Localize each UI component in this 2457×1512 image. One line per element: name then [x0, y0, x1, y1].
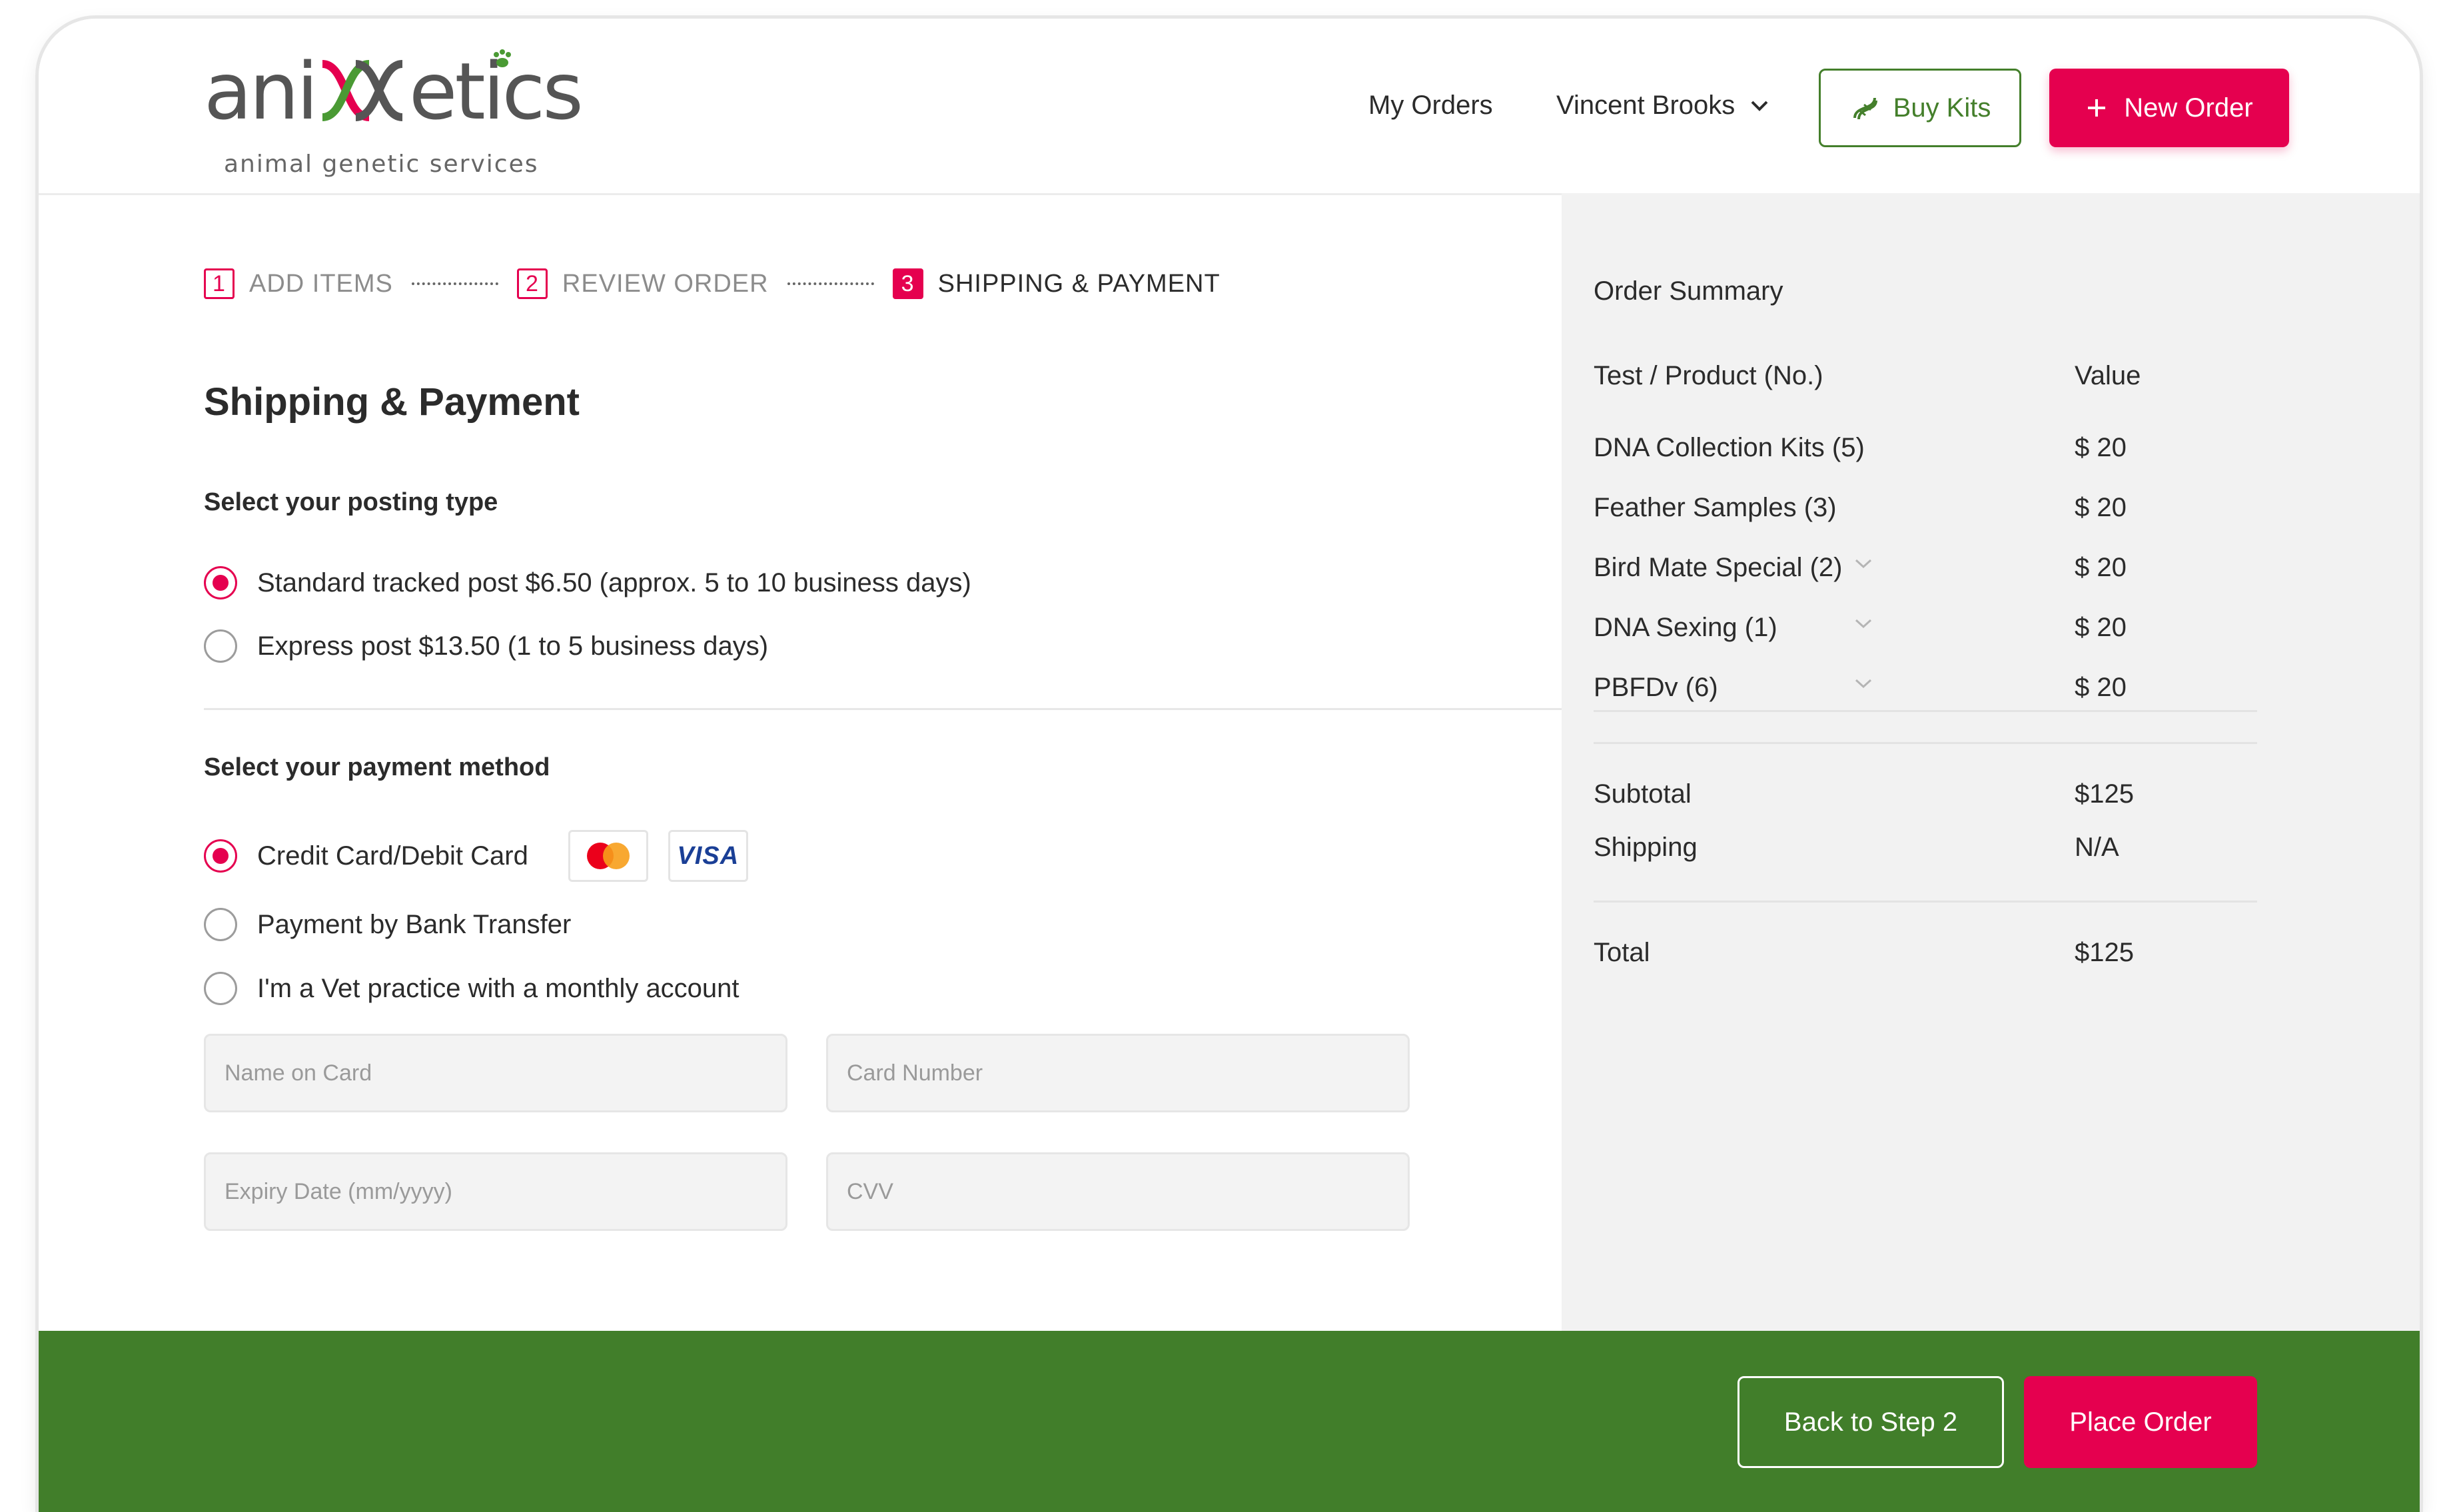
chevron-down-icon[interactable]: [1853, 617, 1873, 630]
column-header-value: Value: [2075, 361, 2141, 390]
total-label: Total: [1594, 938, 1650, 967]
paw-icon: [494, 49, 511, 67]
back-to-step-2-button[interactable]: Back to Step 2: [1737, 1376, 2004, 1468]
new-order-button[interactable]: New Order: [2049, 69, 2289, 147]
visa-wordmark: VISA: [677, 841, 739, 870]
nav-my-orders[interactable]: My Orders: [1368, 91, 1493, 121]
mastercard-icon: [586, 843, 630, 869]
brand-logo[interactable]: ani etics animal genetic services: [204, 45, 590, 185]
card-number-input[interactable]: [826, 1034, 1410, 1112]
shipping-value: N/A: [2075, 833, 2119, 862]
user-name: Vincent Brooks: [1556, 91, 1735, 120]
column-header-product: Test / Product (No.): [1594, 361, 1823, 390]
item-name: DNA Sexing (1): [1594, 613, 1777, 642]
radio-button[interactable]: [204, 566, 237, 599]
option-label: I'm a Vet practice with a monthly accoun…: [257, 973, 739, 1003]
item-value: $ 20: [2075, 673, 2127, 702]
visa-logo: VISA: [668, 830, 748, 882]
logo-tagline: animal genetic services: [224, 151, 539, 178]
summary-divider: [1594, 901, 2257, 903]
subtotal-value: $125: [2075, 779, 2134, 809]
expiry-date-input[interactable]: [204, 1152, 787, 1231]
mastercard-logo: [568, 830, 648, 882]
item-name: PBFDv (6): [1594, 673, 1718, 702]
item-value: $ 20: [2075, 493, 2127, 522]
shipping-label: Shipping: [1594, 833, 1698, 862]
step-number: 2: [516, 268, 548, 299]
radio-button[interactable]: [204, 972, 237, 1005]
cvv-input[interactable]: [826, 1152, 1410, 1231]
option-label: Credit Card/Debit Card: [257, 841, 528, 871]
new-order-label: New Order: [2124, 93, 2253, 123]
name-on-card-input[interactable]: [204, 1034, 787, 1112]
option-label: Payment by Bank Transfer: [257, 909, 572, 939]
chevron-down-icon: [1751, 101, 1768, 111]
summary-row[interactable]: PBFDv (6) $ 20: [1594, 673, 2260, 713]
dna-icon: [1853, 97, 1877, 120]
step-add-items[interactable]: 1 ADD ITEMS: [204, 268, 393, 299]
payment-option-card[interactable]: Credit Card/Debit Card VISA: [204, 830, 748, 882]
item-value: $ 20: [2075, 553, 2127, 582]
buy-kits-label: Buy Kits: [1893, 93, 1991, 123]
section-divider: [204, 708, 1603, 710]
radio-button[interactable]: [204, 839, 237, 873]
plus-icon: [2088, 99, 2106, 117]
item-value: $ 20: [2075, 613, 2127, 642]
top-header: ani etics animal genetic services My Ord…: [39, 19, 2420, 195]
chevron-down-icon[interactable]: [1853, 557, 1873, 570]
order-summary-panel: Order Summary Test / Product (No.) Value…: [1562, 193, 2420, 1349]
step-shipping-payment: 3 SHIPPING & PAYMENT: [892, 268, 1221, 299]
radio-button[interactable]: [204, 908, 237, 941]
summary-divider: [1594, 710, 2257, 712]
total-value: $125: [2075, 938, 2134, 967]
app-window: ani etics animal genetic services My Ord…: [39, 19, 2420, 1512]
summary-title: Order Summary: [1594, 276, 1783, 306]
chevron-down-icon[interactable]: [1853, 677, 1873, 690]
item-value: $ 20: [2075, 433, 2127, 462]
payment-option-bank-transfer[interactable]: Payment by Bank Transfer: [204, 908, 571, 941]
logo-wordmark: ani etics: [204, 45, 584, 137]
place-order-button[interactable]: Place Order: [2024, 1376, 2257, 1468]
page-title: Shipping & Payment: [204, 380, 580, 424]
summary-row: Feather Samples (3) $ 20: [1594, 493, 2260, 533]
radio-button[interactable]: [204, 629, 237, 663]
posting-option-express[interactable]: Express post $13.50 (1 to 5 business day…: [204, 629, 768, 663]
payment-option-vet-account[interactable]: I'm a Vet practice with a monthly accoun…: [204, 972, 739, 1005]
step-label: SHIPPING & PAYMENT: [937, 269, 1221, 298]
summary-row[interactable]: Bird Mate Special (2) $ 20: [1594, 553, 2260, 593]
subtotal-label: Subtotal: [1594, 779, 1692, 809]
posting-option-standard[interactable]: Standard tracked post $6.50 (approx. 5 t…: [204, 566, 971, 599]
option-label: Standard tracked post $6.50 (approx. 5 t…: [257, 567, 971, 597]
footer-action-bar: Back to Step 2 Place Order: [39, 1331, 2420, 1512]
step-connector: [411, 282, 498, 285]
user-menu[interactable]: Vincent Brooks: [1556, 91, 1769, 121]
option-label: Express post $13.50 (1 to 5 business day…: [257, 631, 769, 661]
summary-divider: [1594, 742, 2257, 744]
step-number: 1: [204, 268, 235, 299]
step-review-order[interactable]: 2 REVIEW ORDER: [516, 268, 769, 299]
item-name: Feather Samples (3): [1594, 493, 1837, 522]
checkout-steps: 1 ADD ITEMS 2 REVIEW ORDER 3 SHIPPING & …: [204, 268, 1221, 299]
summary-row[interactable]: DNA Sexing (1) $ 20: [1594, 613, 2260, 653]
summary-row: DNA Collection Kits (5) $ 20: [1594, 433, 2260, 473]
item-name: DNA Collection Kits (5): [1594, 433, 1865, 462]
item-name: Bird Mate Special (2): [1594, 553, 1843, 582]
step-label: ADD ITEMS: [249, 269, 393, 298]
step-connector: [787, 282, 874, 285]
buy-kits-button[interactable]: Buy Kits: [1819, 69, 2021, 147]
step-number: 3: [892, 268, 923, 299]
payment-method-label: Select your payment method: [204, 753, 550, 781]
posting-type-label: Select your posting type: [204, 488, 498, 516]
step-label: REVIEW ORDER: [562, 269, 769, 298]
dna-helix-icon: [321, 60, 403, 121]
